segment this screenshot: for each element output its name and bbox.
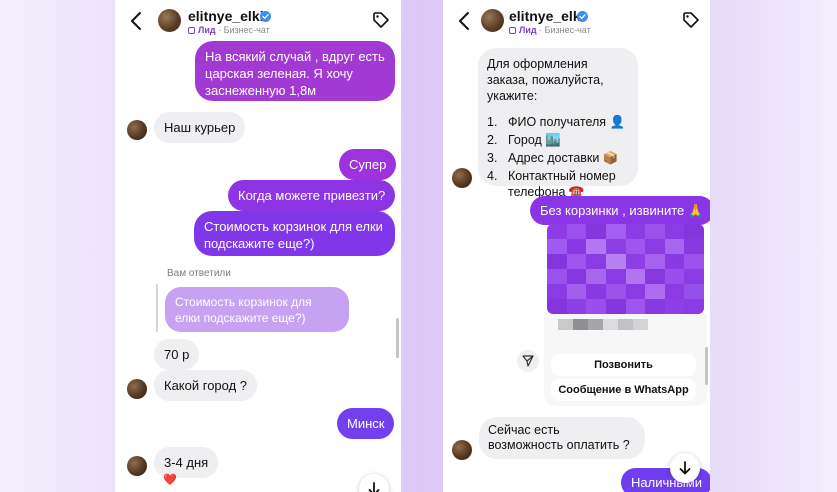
scroll-down-button[interactable] — [670, 453, 700, 483]
right-chat-screen: elitnye_elki Лид · Бизнес-чат Для оформл… — [443, 0, 710, 492]
message-outgoing[interactable]: Без корзинки , извините 🙏 — [530, 196, 710, 225]
message-outgoing[interactable]: На всякий случай , вдруг есть царская зе… — [195, 41, 395, 101]
back-arrow-icon[interactable] — [129, 11, 143, 31]
replied-label: Вам ответили — [167, 268, 231, 279]
username[interactable]: elitnye_elki — [509, 8, 585, 24]
sender-avatar — [127, 456, 147, 476]
order-instructions-message[interactable]: Для оформления заказа, пожалуйста, укажи… — [478, 48, 638, 199]
message-incoming[interactable]: Наш курьер — [154, 112, 246, 143]
verified-badge-icon — [260, 11, 271, 22]
sender-avatar — [127, 379, 147, 399]
chat-header: elitnye_elki Лид · Бизнес-чат — [115, 0, 401, 40]
message-outgoing[interactable]: Стоимость корзинок для елки подскажите е… — [194, 211, 395, 256]
message-incoming[interactable]: 70 р — [154, 339, 200, 370]
sender-avatar — [127, 120, 147, 140]
scroll-down-button[interactable] — [359, 474, 389, 492]
lead-label: Лид — [198, 25, 216, 35]
quote-bar — [156, 284, 158, 332]
quoted-message[interactable]: Стоимость корзинок для елки подскажите е… — [165, 287, 349, 332]
left-chat-screen: elitnye_elki Лид · Бизнес-чат На всякий … — [115, 0, 401, 492]
heart-reaction[interactable]: ❤️ — [163, 473, 177, 486]
order-intro-text: Для оформления заказа, пожалуйста, укажи… — [487, 57, 604, 103]
pixelated-contact-name — [558, 319, 648, 330]
call-button[interactable]: Позвонить — [551, 354, 696, 376]
username[interactable]: elitnye_elki — [188, 8, 264, 24]
sender-avatar — [452, 168, 472, 188]
message-incoming[interactable]: Сейчас есть возможность оплатить ? — [479, 417, 645, 459]
contact-card: Позвонить Сообщение в WhatsApp — [544, 314, 707, 406]
tag-label-icon[interactable] — [372, 11, 390, 29]
business-chat-label: Бизнес-чат — [544, 25, 591, 35]
scrollbar[interactable] — [396, 318, 399, 358]
back-arrow-icon[interactable] — [457, 11, 471, 31]
business-chat-label: Бизнес-чат — [223, 25, 270, 35]
profile-avatar[interactable] — [158, 9, 181, 32]
lead-label-icon — [188, 27, 195, 34]
order-item: 2. Город 🏙️ — [487, 133, 561, 147]
lead-label: Лид — [519, 25, 537, 35]
message-outgoing[interactable]: Супер — [339, 149, 397, 180]
scrollbar[interactable] — [705, 347, 708, 385]
profile-avatar[interactable] — [481, 9, 504, 32]
tag-label-icon[interactable] — [682, 11, 700, 29]
message-outgoing[interactable]: Минск — [337, 408, 395, 439]
pixelated-preview-image[interactable] — [547, 224, 704, 314]
share-send-icon[interactable] — [517, 350, 539, 372]
sender-avatar — [452, 440, 472, 460]
chat-subtitle: Лид · Бизнес-чат — [509, 25, 591, 35]
chat-subtitle: Лид · Бизнес-чат — [188, 25, 270, 35]
message-incoming[interactable]: Какой город ? — [154, 370, 258, 401]
chat-header: elitnye_elki Лид · Бизнес-чат — [443, 0, 710, 40]
lead-label-icon — [509, 27, 516, 34]
verified-badge-icon — [577, 11, 588, 22]
order-item: 1. ФИО получателя 👤 — [487, 115, 626, 129]
message-outgoing[interactable]: Когда можете привезти? — [228, 180, 396, 211]
whatsapp-message-button[interactable]: Сообщение в WhatsApp — [551, 379, 696, 401]
order-item: 3. Адрес доставки 📦 — [487, 151, 619, 165]
